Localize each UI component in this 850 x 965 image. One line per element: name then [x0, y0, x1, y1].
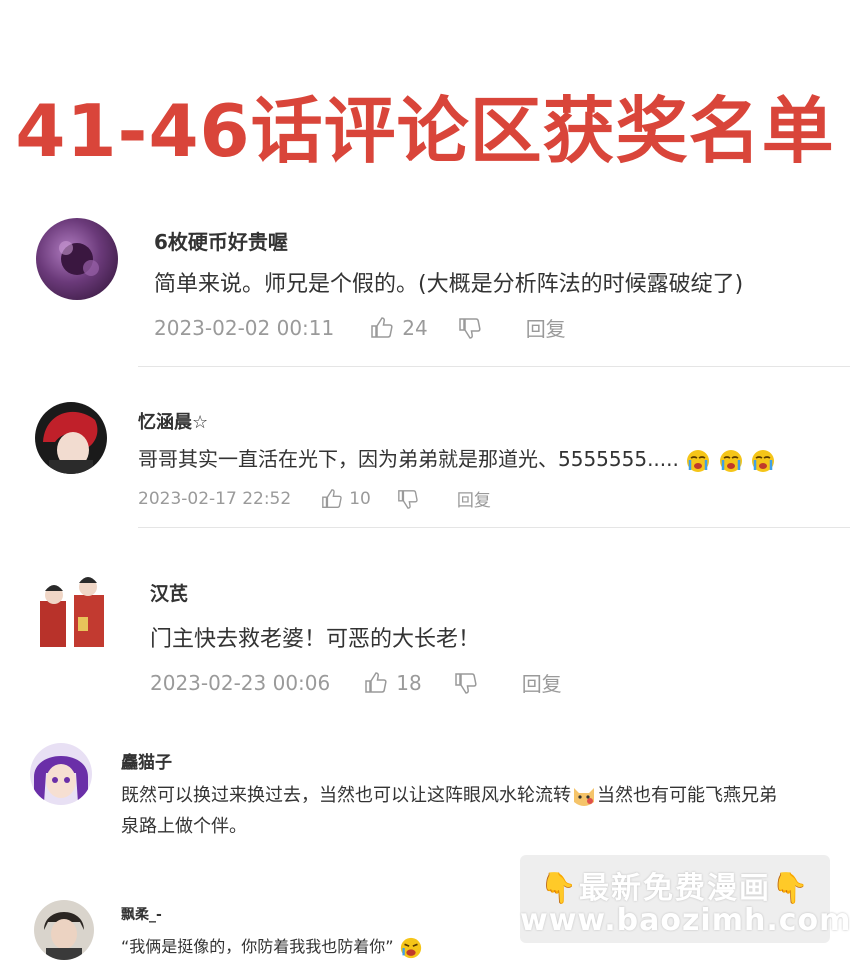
avatar[interactable] — [30, 743, 92, 805]
comment-text: 哥哥其实一直活在光下，因为弟弟就是那道光、5555555..... — [138, 443, 776, 474]
avatar[interactable] — [36, 218, 118, 300]
like-button[interactable]: 10 — [321, 488, 371, 510]
comment-username[interactable]: 6枚硬币好贵喔 — [154, 226, 288, 255]
avatar-image-icon — [34, 756, 88, 803]
comment-username[interactable]: 麤猫子 — [121, 748, 172, 773]
thumbs-down-icon — [397, 489, 418, 509]
pointing-down-icon: 👇 — [539, 871, 579, 906]
comment-meta: 2023-02-02 00:11 24 回复 — [154, 313, 566, 342]
like-count: 24 — [402, 315, 428, 340]
avatar-image-icon — [44, 912, 84, 960]
dislike-button[interactable] — [454, 671, 478, 695]
comment-username[interactable]: 汉芪 — [150, 579, 188, 606]
comment-meta: 2023-02-23 00:06 18 回复 — [150, 668, 562, 697]
comment-timestamp: 2023-02-23 00:06 — [150, 670, 331, 695]
avatar[interactable] — [34, 900, 94, 960]
thumbs-up-icon — [365, 671, 387, 693]
page-title: 41-46话评论区获奖名单 — [15, 89, 835, 173]
comment-timestamp: 2023-02-17 22:52 — [138, 488, 292, 509]
comment-meta: 2023-02-17 22:52 10 回复 — [138, 486, 491, 512]
avatar[interactable] — [35, 402, 107, 474]
like-button[interactable]: 24 — [370, 315, 428, 340]
comment-timestamp: 2023-02-02 00:11 — [154, 315, 335, 340]
like-count: 18 — [396, 670, 422, 695]
comment-username[interactable]: 忆涵晨☆ — [138, 408, 208, 434]
thumbs-up-icon — [371, 316, 393, 338]
dislike-button[interactable] — [397, 488, 419, 510]
crying-face-icon — [687, 449, 710, 472]
cat-face-icon — [574, 788, 594, 806]
watermark-line2: www.baozimh.com — [520, 903, 850, 938]
comment-username[interactable]: 飘柔_- — [121, 904, 162, 924]
avatar[interactable] — [34, 573, 116, 655]
avatar-image-icon — [59, 241, 99, 276]
comment-text: 既然可以换过来换过去，当然也可以让这阵眼风水轮流转 当然也有可能飞燕兄弟 — [121, 785, 777, 806]
comment-text: 门主快去救老婆！可恶的大长老！ — [150, 627, 481, 652]
dislike-button[interactable] — [458, 316, 482, 340]
pointing-down-icon: 👇 — [771, 871, 811, 906]
reply-button[interactable]: 回复 — [526, 313, 566, 342]
divider — [138, 527, 850, 528]
thumbs-up-icon — [322, 488, 342, 508]
crying-face-icon — [751, 449, 774, 472]
comment-text-continued: 泉路上做个伴。 — [121, 816, 247, 837]
watermark: 👇最新免费漫画👇 www.baozimh.com — [520, 855, 850, 943]
thumbs-down-icon — [458, 317, 481, 339]
comment-text: “我俩是挺像的，你防着我我也防着你” — [121, 933, 423, 960]
avatar-image-icon — [40, 577, 104, 647]
like-button[interactable]: 18 — [364, 670, 422, 695]
angry-crying-face-icon — [400, 937, 421, 958]
comment-text: 简单来说。师兄是个假的。(大概是分析阵法的时候露破绽了) — [154, 272, 744, 297]
crying-face-icon — [719, 449, 742, 472]
avatar-image-icon — [43, 411, 98, 474]
divider — [138, 366, 850, 367]
reply-button[interactable]: 回复 — [457, 486, 491, 511]
reply-button[interactable]: 回复 — [522, 668, 562, 697]
watermark-line1: 👇最新免费漫画👇 — [539, 871, 811, 906]
like-count: 10 — [349, 488, 371, 509]
thumbs-down-icon — [454, 672, 477, 694]
